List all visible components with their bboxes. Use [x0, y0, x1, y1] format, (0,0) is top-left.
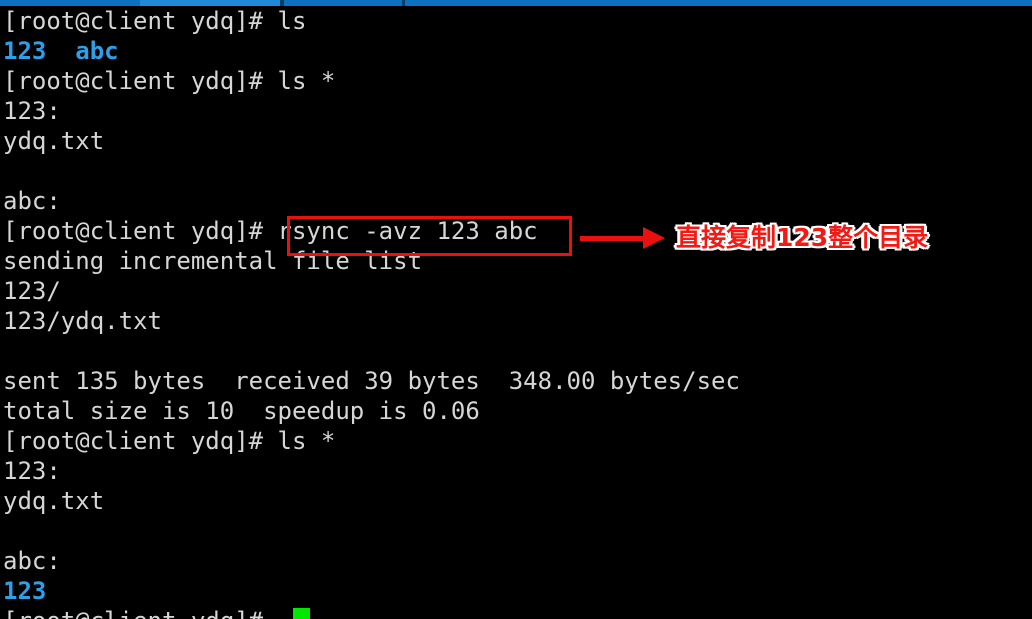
annotation-arrow-head-icon	[643, 227, 665, 249]
terminal-line-prompt-ls: [root@client ydq]# ls	[3, 7, 307, 35]
terminal-text-buffer[interactable]: [root@client ydq]# ls 123 abc [root@clie…	[0, 6, 1032, 619]
terminal-line-dir-listing-123: 123	[3, 577, 47, 605]
terminal-window[interactable]: [root@client ydq]# ls 123 abc [root@clie…	[0, 0, 1032, 619]
annotation-arrow-line	[580, 236, 646, 241]
terminal-line-prompt-ls-star-2: [root@client ydq]# ls *	[3, 427, 336, 455]
terminal-line-prompt-ls-star-1: [root@client ydq]# ls *	[3, 67, 336, 95]
annotation-highlight-box	[287, 216, 572, 256]
annotation-note-text: 直接复制123整个目录	[676, 223, 929, 252]
terminal-line-dir-header-123-1: 123:	[3, 97, 61, 125]
terminal-cursor	[293, 608, 310, 619]
terminal-line-file-ydq-txt-1: ydq.txt	[3, 127, 105, 155]
terminal-line-dir-header-abc-1: abc:	[3, 187, 61, 215]
terminal-line-transfer-stats: sent 135 bytes received 39 bytes 348.00 …	[3, 367, 740, 395]
terminal-line-file-ydq-txt-2: ydq.txt	[3, 487, 105, 515]
terminal-line-dir-header-abc-2: abc:	[3, 547, 61, 575]
terminal-line-dir-header-123-2: 123:	[3, 457, 61, 485]
terminal-line-transfer-file: 123/ydq.txt	[3, 307, 162, 335]
terminal-line-dir-listing-123-abc: 123 abc	[3, 37, 119, 65]
terminal-line-total-size: total size is 10 speedup is 0.06	[3, 397, 480, 425]
terminal-line-transfer-dir-123: 123/	[3, 277, 61, 305]
terminal-line-final-prompt: [root@client ydq]#	[3, 606, 278, 619]
